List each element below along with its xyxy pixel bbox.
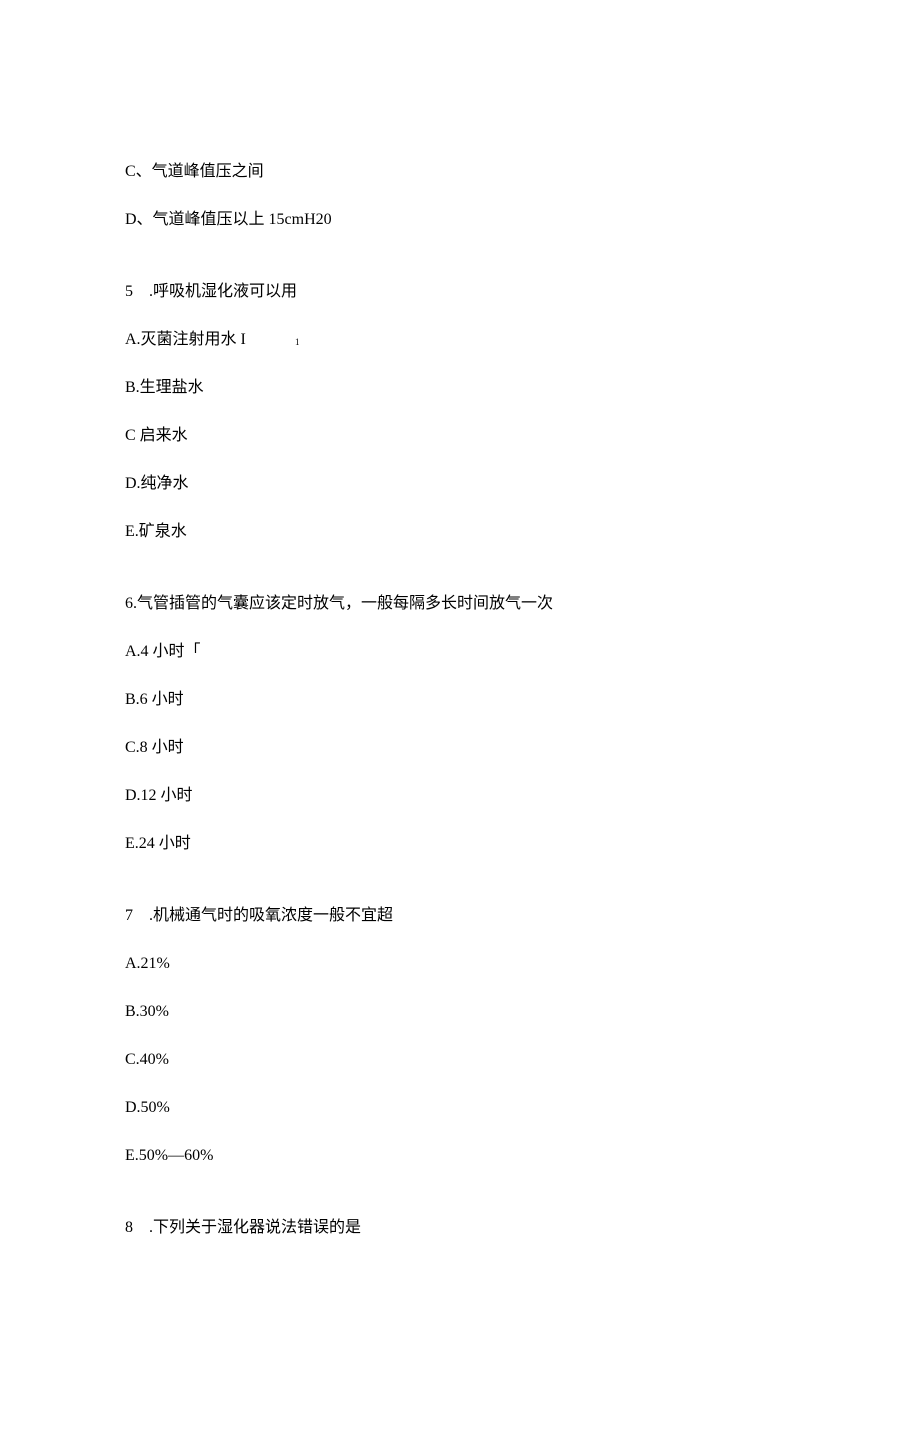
- option-a-text: A.灭菌注射用水 I: [125, 331, 246, 348]
- option-e: E.矿泉水: [125, 520, 795, 544]
- option-d: D.纯净水: [125, 472, 795, 496]
- option-d: D.50%: [125, 1096, 795, 1120]
- question-7-block: 7 .机械通气时的吸氧浓度一般不宜超 A.21% B.30% C.40% D.5…: [125, 904, 795, 1168]
- question-6-block: 6.气管插管的气囊应该定时放气，一般每隔多长时间放气一次 A.4 小时「 B.6…: [125, 592, 795, 856]
- question-5-block: 5 .呼吸机湿化液可以用 A.灭菌注射用水 I 1 B.生理盐水 C 启来水 D…: [125, 280, 795, 544]
- option-a: A.灭菌注射用水 I 1: [125, 328, 795, 352]
- option-c: C 启来水: [125, 424, 795, 448]
- question-stem: 8 .下列关于湿化器说法错误的是: [125, 1216, 795, 1240]
- option-a: A.21%: [125, 952, 795, 976]
- option-c: C.40%: [125, 1048, 795, 1072]
- question-stem: 7 .机械通气时的吸氧浓度一般不宜超: [125, 904, 795, 928]
- option-c: C、气道峰值压之间: [125, 160, 795, 184]
- option-e: E.50%—60%: [125, 1144, 795, 1168]
- option-b: B.30%: [125, 1000, 795, 1024]
- question-8-block: 8 .下列关于湿化器说法错误的是: [125, 1216, 795, 1240]
- option-e: E.24 小时: [125, 832, 795, 856]
- option-d: D.12 小时: [125, 784, 795, 808]
- question-remainder-block: C、气道峰值压之间 D、气道峰值压以上 15cmH20: [125, 160, 795, 232]
- question-stem: 5 .呼吸机湿化液可以用: [125, 280, 795, 304]
- option-b: B.6 小时: [125, 688, 795, 712]
- question-stem: 6.气管插管的气囊应该定时放气，一般每隔多长时间放气一次: [125, 592, 795, 616]
- option-b: B.生理盐水: [125, 376, 795, 400]
- option-a-note: 1: [295, 336, 300, 350]
- option-a: A.4 小时「: [125, 640, 795, 664]
- option-c: C.8 小时: [125, 736, 795, 760]
- option-d: D、气道峰值压以上 15cmH20: [125, 208, 795, 232]
